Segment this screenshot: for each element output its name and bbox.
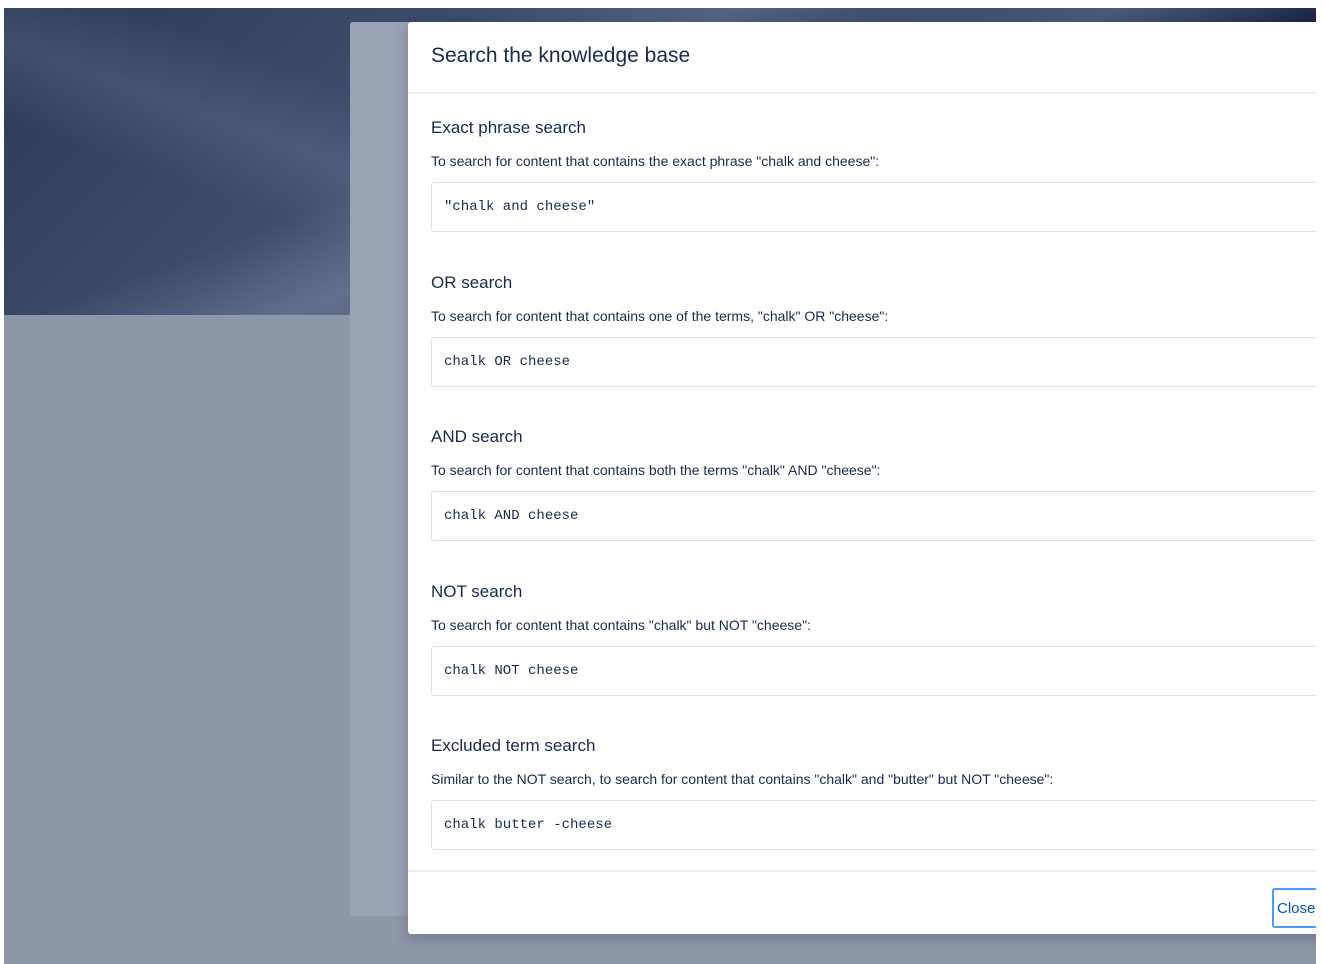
page-viewport: Search the knowledge base Exact phrase s… xyxy=(4,8,1316,964)
code-example: chalk butter -cheese xyxy=(431,800,1316,850)
code-example: chalk OR cheese xyxy=(431,336,1316,387)
code-example: "chalk and cheese" xyxy=(431,182,1316,232)
section-heading: OR search xyxy=(431,272,513,292)
section-heading: AND search xyxy=(431,427,523,446)
dialog-title: Search the knowledge base xyxy=(431,44,691,67)
section-or-search: OR search To search for content that con… xyxy=(431,273,1316,428)
dialog-footer: Close xyxy=(408,872,1316,934)
section-description: To search for content that contains the … xyxy=(431,153,880,169)
section-and-search: AND search To search for content that co… xyxy=(431,427,1316,582)
section-description: To search for content that contains one … xyxy=(431,307,889,324)
section-heading: Exact phrase search xyxy=(431,118,586,137)
code-example: chalk AND cheese xyxy=(431,491,1316,541)
section-description: To search for content that contains "cha… xyxy=(431,616,811,633)
code-example: chalk NOT cheese xyxy=(431,645,1316,696)
search-help-dialog: Search the knowledge base Exact phrase s… xyxy=(408,22,1316,934)
close-button[interactable]: Close xyxy=(1272,888,1316,928)
section-description: To search for content that contains both… xyxy=(431,462,881,478)
section-heading: NOT search xyxy=(431,581,523,601)
section-exact-phrase: Exact phrase search To search for conten… xyxy=(431,118,1316,273)
section-description: Similar to the NOT search, to search for… xyxy=(431,771,1054,787)
section-heading: Excluded term search xyxy=(431,736,596,755)
dialog-header: Search the knowledge base xyxy=(408,22,1316,94)
section-not-search: NOT search To search for content that co… xyxy=(431,582,1316,737)
dialog-body: Exact phrase search To search for conten… xyxy=(408,94,1316,872)
section-excluded-term: Excluded term search Similar to the NOT … xyxy=(431,736,1316,891)
